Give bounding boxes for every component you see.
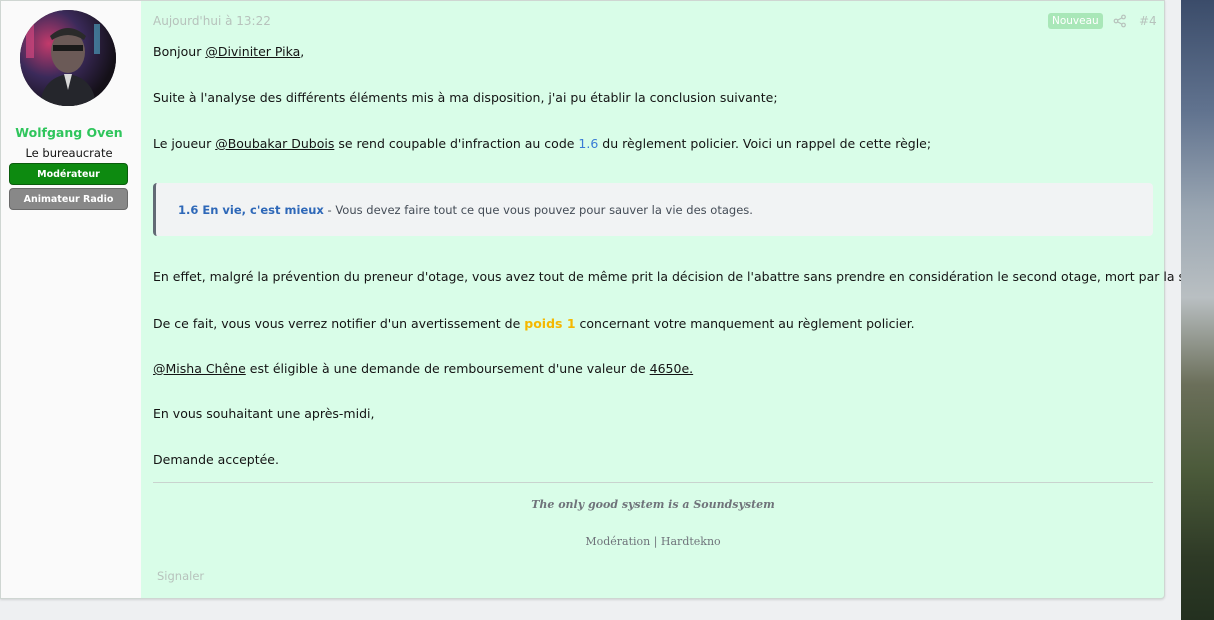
forum-post: Wolfgang Oven Le bureaucrate Modérateur … <box>0 0 1213 599</box>
mention-diviniter-pika[interactable]: @Diviniter Pika <box>205 44 300 59</box>
new-badge: Nouveau <box>1048 13 1103 29</box>
analysis-paragraph: Suite à l'analyse des différents élément… <box>153 90 778 105</box>
refund-paragraph: @Misha Chêne est éligible à une demande … <box>153 361 693 376</box>
sanction-before: De ce fait, vous vous verrez notifier d'… <box>153 316 525 331</box>
warning-weight: poids 1 <box>524 316 576 331</box>
refund-amount: 4650e. <box>649 361 694 376</box>
avatar[interactable] <box>20 10 116 106</box>
signature-motto: The only good system is a Soundsystem <box>531 498 775 511</box>
infraction-before: Le joueur <box>153 136 216 151</box>
moderator-banner: Modérateur <box>9 163 128 185</box>
post-date[interactable]: Aujourd'hui à 13:22 <box>153 14 271 28</box>
post-number[interactable]: #4 <box>1139 14 1157 28</box>
signature-divider <box>153 482 1153 483</box>
rule-code: 1.6 <box>578 136 599 151</box>
decision-paragraph: Demande acceptée. <box>153 452 279 467</box>
signature-team: Modération | Hardtekno <box>585 535 721 548</box>
sanction-paragraph: De ce fait, vous vous verrez notifier d'… <box>153 316 915 331</box>
user-sidebar: Wolfgang Oven Le bureaucrate Modérateur … <box>1 1 141 598</box>
radio-host-banner: Animateur Radio <box>9 188 128 210</box>
mention-boubakar-dubois[interactable]: @Boubakar Dubois <box>215 136 334 151</box>
mention-misha-chene[interactable]: @Misha Chêne <box>153 361 246 376</box>
share-icon[interactable] <box>1113 13 1127 28</box>
greeting-text: Bonjour <box>153 44 206 59</box>
quote-rule-title: 1.6 En vie, c'est mieux <box>178 202 324 217</box>
explanation-paragraph: En effet, malgré la prévention du preneu… <box>153 269 1213 284</box>
background-image-strip <box>1181 0 1214 620</box>
infraction-middle: se rend coupable d'infraction au code <box>334 136 579 151</box>
post-content: Aujourd'hui à 13:22 Nouveau #4 Bonjour @… <box>153 1 1213 598</box>
user-title: Le bureaucrate <box>25 146 113 160</box>
greeting-paragraph: Bonjour @Diviniter Pika, <box>153 44 304 59</box>
username[interactable]: Wolfgang Oven <box>1 125 137 140</box>
quote-rule-text: - Vous devez faire tout ce que vous pouv… <box>323 202 753 217</box>
infraction-paragraph: Le joueur @Boubakar Dubois se rend coupa… <box>153 136 931 151</box>
closing-paragraph: En vous souhaitant une après-midi, <box>153 406 375 421</box>
greeting-comma: , <box>300 44 305 59</box>
rule-quote: 1.6 En vie, c'est mieux - Vous devez fai… <box>153 183 1153 236</box>
report-link[interactable]: Signaler <box>157 569 204 583</box>
infraction-after: du règlement policier. Voici un rappel d… <box>598 136 932 151</box>
sanction-after: concernant votre manquement au règlement… <box>575 316 915 331</box>
refund-middle: est éligible à une demande de remboursem… <box>245 361 650 376</box>
